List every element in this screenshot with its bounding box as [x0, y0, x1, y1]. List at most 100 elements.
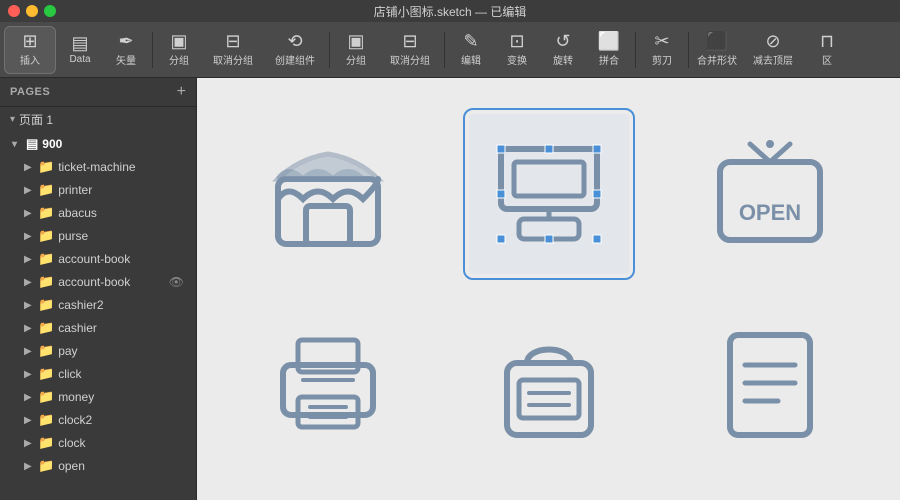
subtract-button[interactable]: ⊘ 减去顶层	[743, 26, 803, 74]
intersect-icon: ⊓	[820, 32, 834, 50]
root-chevron-icon: ▾	[12, 139, 22, 150]
transform-icon: ⊡	[509, 32, 524, 50]
window-title: 店铺小图标.sketch — 已编辑	[374, 3, 527, 20]
sidebar: PAGES + ▾ 页面 1 ▾ ▤ 900 ▶ 📁 ticket-machin…	[0, 78, 197, 500]
chevron-icon: ▶	[24, 162, 34, 173]
scissors-button[interactable]: ✂ 剪刀	[640, 26, 684, 74]
layer-name-money: money	[58, 390, 184, 404]
transform-label: 变换	[507, 52, 527, 67]
chevron-icon: ▶	[24, 415, 34, 426]
combine-icon: ⬜	[598, 32, 620, 50]
chevron-icon: ▶	[24, 277, 34, 288]
layer-printer[interactable]: ▶ 📁 printer	[4, 179, 192, 201]
layer-clock[interactable]: ▶ 📁 clock	[4, 432, 192, 454]
layer-clock2[interactable]: ▶ 📁 clock2	[4, 409, 192, 431]
chevron-icon: ▶	[24, 461, 34, 472]
layer-name-cashier: cashier	[58, 321, 184, 335]
layer-name-clock: clock	[58, 436, 184, 450]
pages-label: PAGES	[10, 86, 50, 98]
folder-icon: 📁	[38, 274, 54, 290]
canvas[interactable]: OPEN	[197, 78, 900, 500]
document-icon-cell[interactable]	[690, 305, 850, 465]
merge-button[interactable]: ⬛ 合并形状	[693, 26, 741, 74]
ungroup2-button[interactable]: ⊟ 取消分组	[380, 26, 440, 74]
intersect-button[interactable]: ⊓ 区	[805, 26, 849, 74]
pay-icon-cell[interactable]	[469, 305, 629, 465]
layer-name-cashier2: cashier2	[58, 298, 184, 312]
subtract-icon: ⊘	[765, 32, 780, 50]
transform-button[interactable]: ⊡ 变换	[495, 26, 539, 74]
chevron-icon: ▶	[24, 438, 34, 449]
layer-cashier[interactable]: ▶ 📁 cashier	[4, 317, 192, 339]
combine-button[interactable]: ⬜ 拼合	[587, 26, 631, 74]
group2-button[interactable]: ▣ 分组	[334, 26, 378, 74]
visibility-icon[interactable]: 👁	[169, 275, 184, 289]
chevron-icon: ▶	[24, 231, 34, 242]
layer-name-clock2: clock2	[58, 413, 184, 427]
toolbar: ⊞ 插入 ▤ Data ✒ 矢量 ▣ 分组 ⊟ 取消分组 ⟲ 创建组件 ▣ 分组…	[0, 22, 900, 78]
insert-button[interactable]: ⊞ 插入	[4, 26, 56, 74]
chevron-icon: ▶	[24, 254, 34, 265]
edit-icon: ✎	[463, 32, 478, 50]
pay-icon	[489, 325, 609, 445]
fullscreen-button[interactable]	[44, 5, 56, 17]
data-button[interactable]: ▤ Data	[58, 26, 102, 74]
layer-money[interactable]: ▶ 📁 money	[4, 386, 192, 408]
layer-click[interactable]: ▶ 📁 click	[4, 363, 192, 385]
open-sign-icon-cell[interactable]: OPEN	[690, 114, 850, 274]
group-button[interactable]: ▣ 分组	[157, 26, 201, 74]
close-button[interactable]	[8, 5, 20, 17]
add-page-button[interactable]: +	[177, 84, 186, 100]
folder-icon: 📁	[38, 228, 54, 244]
rotate-icon: ↺	[555, 32, 570, 50]
minimize-button[interactable]	[26, 5, 38, 17]
layer-purse[interactable]: ▶ 📁 purse	[4, 225, 192, 247]
printer-icon	[268, 325, 388, 445]
page-item[interactable]: ▾ 页面 1	[0, 107, 196, 132]
store-icon-cell[interactable]	[248, 114, 408, 274]
layer-cashier2[interactable]: ▶ 📁 cashier2	[4, 294, 192, 316]
layer-account-book-1[interactable]: ▶ 📁 account-book	[4, 248, 192, 270]
chevron-icon: ▶	[24, 208, 34, 219]
page-chevron-icon: ▾	[10, 114, 15, 125]
create-component-icon: ⟲	[287, 32, 302, 50]
chevron-icon: ▶	[24, 392, 34, 403]
vector-label: 矢量	[116, 52, 136, 67]
divider-5	[688, 32, 689, 68]
chevron-icon: ▶	[24, 369, 34, 380]
layer-open[interactable]: ▶ 📁 open	[4, 455, 192, 477]
ungroup-button[interactable]: ⊟ 取消分组	[203, 26, 263, 74]
rotate-label: 旋转	[553, 52, 573, 67]
merge-label: 合并形状	[697, 52, 737, 67]
intersect-label: 区	[822, 52, 832, 67]
layer-ticket-machine[interactable]: ▶ 📁 ticket-machine	[4, 156, 192, 178]
layer-pay[interactable]: ▶ 📁 pay	[4, 340, 192, 362]
layer-abacus[interactable]: ▶ 📁 abacus	[4, 202, 192, 224]
printer-icon-cell[interactable]	[248, 305, 408, 465]
group2-icon: ▣	[347, 32, 364, 50]
canvas-grid: OPEN	[197, 78, 900, 500]
data-label: Data	[69, 54, 90, 65]
create-component-button[interactable]: ⟲ 创建组件	[265, 26, 325, 74]
folder-icon: 📁	[38, 320, 54, 336]
divider-3	[444, 32, 445, 68]
edit-button[interactable]: ✎ 编辑	[449, 26, 493, 74]
cashier-icon-cell[interactable]	[469, 114, 629, 274]
layer-root[interactable]: ▾ ▤ 900	[4, 133, 192, 155]
vector-icon: ✒	[118, 32, 133, 50]
open-sign-icon: OPEN	[710, 134, 830, 254]
layer-name-abacus: abacus	[58, 206, 184, 220]
vector-button[interactable]: ✒ 矢量	[104, 26, 148, 74]
rotate-button[interactable]: ↺ 旋转	[541, 26, 585, 74]
chevron-icon: ▶	[24, 346, 34, 357]
layer-account-book-2[interactable]: ▶ 📁 account-book 👁	[4, 271, 192, 293]
folder-icon: 📁	[38, 297, 54, 313]
folder-icon: 📁	[38, 458, 54, 474]
layer-name-click: click	[58, 367, 184, 381]
merge-icon: ⬛	[706, 32, 728, 50]
combine-label: 拼合	[599, 52, 619, 67]
insert-icon: ⊞	[22, 32, 37, 50]
layer-name-purse: purse	[58, 229, 184, 243]
group2-label: 分组	[346, 52, 366, 67]
root-folder-icon: ▤	[26, 136, 38, 152]
